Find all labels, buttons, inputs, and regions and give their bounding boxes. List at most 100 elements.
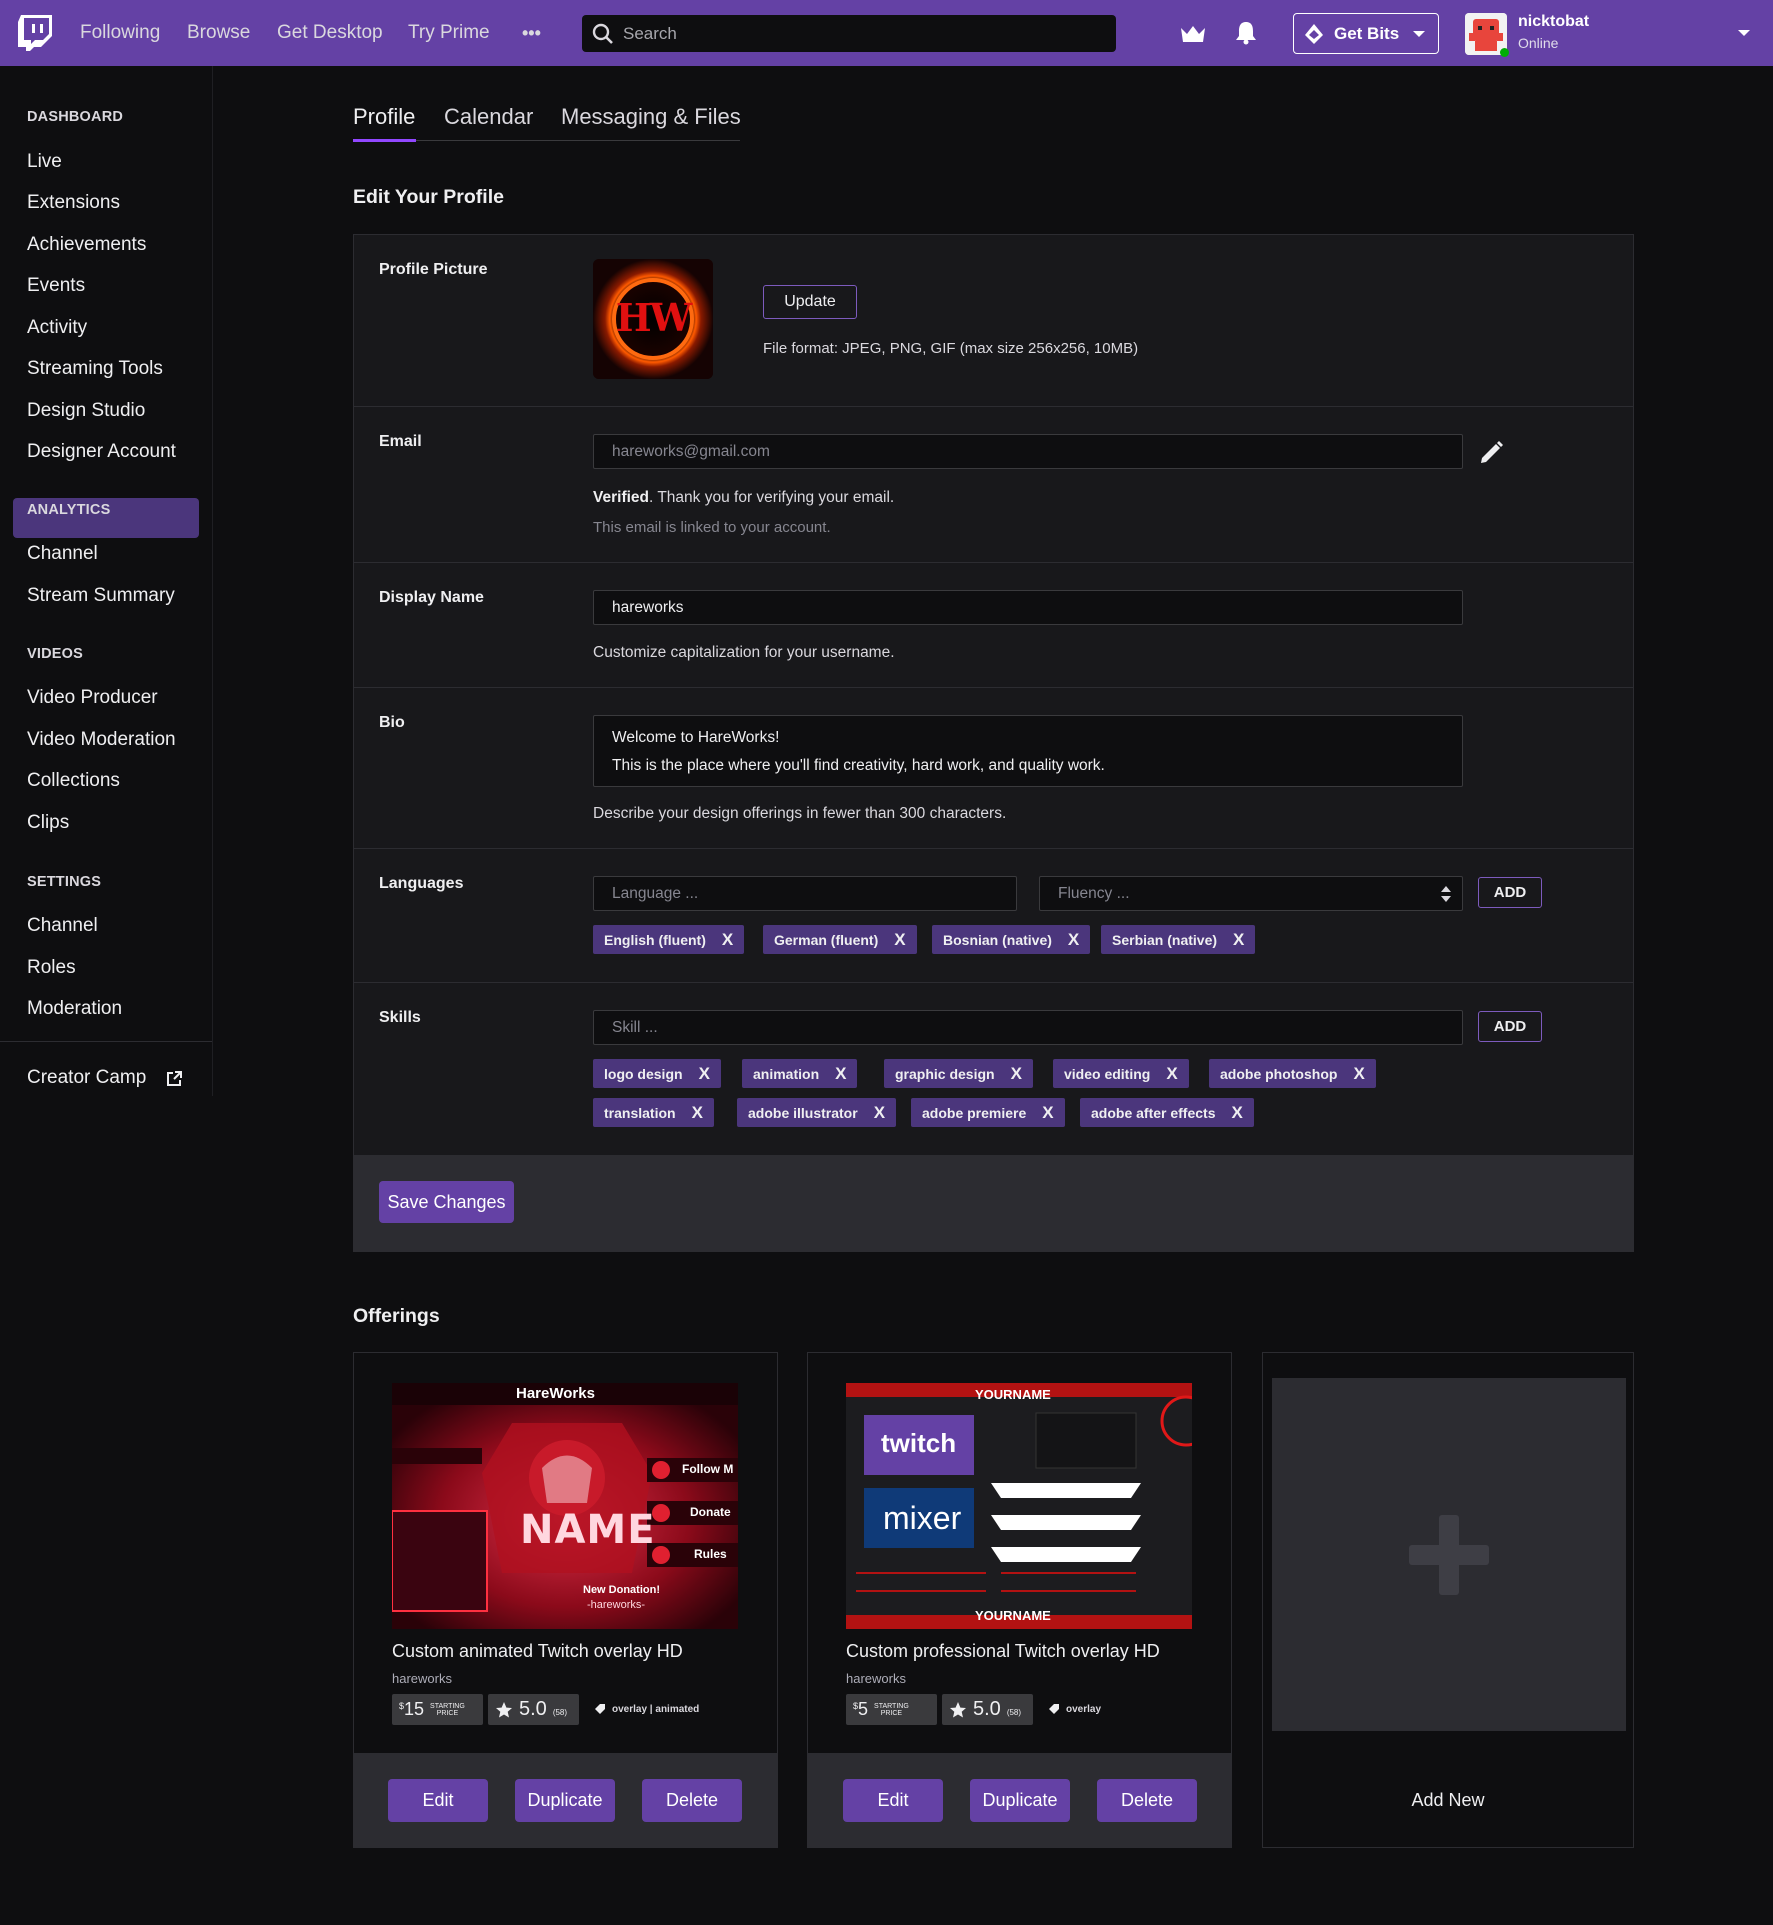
email-field[interactable]: hareworks@gmail.com xyxy=(593,434,1463,469)
sidebar-item-achievements[interactable]: Achievements xyxy=(27,234,146,256)
sidebar-item-extensions[interactable]: Extensions xyxy=(27,192,120,214)
duplicate-button[interactable]: Duplicate xyxy=(970,1779,1070,1822)
sidebar-item-analytics-channel[interactable]: Channel xyxy=(27,543,98,565)
language-chip: English (fluent) X xyxy=(593,925,745,954)
bio-textarea[interactable]: Welcome to HareWorks! This is the place … xyxy=(593,715,1463,787)
sidebar-item-video-producer[interactable]: Video Producer xyxy=(27,687,158,709)
price-caption: STARTING PRICE xyxy=(430,1703,465,1717)
get-bits-button[interactable]: Get Bits xyxy=(1293,13,1439,54)
remove-chip-icon[interactable]: X xyxy=(1042,1103,1053,1123)
sidebar-item-creator-camp[interactable]: Creator Camp xyxy=(27,1067,146,1089)
rating-value: 5.0 xyxy=(973,1698,1001,1720)
sidebar-item-moderation[interactable]: Moderation xyxy=(27,998,122,1020)
bio-line-2: This is the place where you'll find crea… xyxy=(612,757,1105,774)
sidebar-item-design-studio[interactable]: Design Studio xyxy=(27,400,145,422)
email-verified-text: Verified. Thank you for verifying your e… xyxy=(593,489,894,507)
rating-count: (58) xyxy=(1006,1708,1022,1717)
remove-chip-icon[interactable]: X xyxy=(722,930,733,950)
rating-value: 5.0 xyxy=(519,1698,547,1720)
row-divider xyxy=(354,562,1633,563)
tag-text: overlay | animated xyxy=(612,1703,700,1715)
nav-try-prime[interactable]: Try Prime xyxy=(408,0,490,66)
update-picture-button[interactable]: Update xyxy=(763,285,857,319)
add-language-button[interactable]: ADD xyxy=(1478,877,1542,908)
remove-chip-icon[interactable]: X xyxy=(1166,1064,1177,1084)
fluency-select[interactable]: Fluency ... xyxy=(1039,876,1463,911)
sidebar-item-activity[interactable]: Activity xyxy=(27,317,87,339)
remove-chip-icon[interactable]: X xyxy=(1231,1103,1242,1123)
delete-button[interactable]: Delete xyxy=(1097,1779,1197,1822)
chip-label: adobe premiere xyxy=(922,1104,1027,1121)
remove-chip-icon[interactable]: X xyxy=(692,1103,703,1123)
sidebar-item-settings-channel[interactable]: Channel xyxy=(27,915,98,937)
tab-profile[interactable]: Profile xyxy=(353,104,415,130)
pencil-edit-icon[interactable] xyxy=(1478,438,1506,466)
remove-chip-icon[interactable]: X xyxy=(874,1103,885,1123)
remove-chip-icon[interactable]: X xyxy=(1011,1064,1022,1084)
edit-button[interactable]: Edit xyxy=(843,1779,943,1822)
nav-browse[interactable]: Browse xyxy=(187,0,250,66)
remove-chip-icon[interactable]: X xyxy=(1233,930,1244,950)
bell-icon[interactable] xyxy=(1235,21,1257,45)
remove-chip-icon[interactable]: X xyxy=(1068,930,1079,950)
sidebar-item-designer-account[interactable]: Designer Account xyxy=(27,441,176,463)
sidebar-item-collections[interactable]: Collections xyxy=(27,770,120,792)
sidebar-item-stream-summary[interactable]: Stream Summary xyxy=(27,585,175,607)
nav-get-desktop[interactable]: Get Desktop xyxy=(277,0,383,66)
remove-chip-icon[interactable]: X xyxy=(835,1064,846,1084)
offering-thumbnail[interactable]: YOURNAME twitch mixer YOURNAME xyxy=(846,1383,1192,1629)
offering-title[interactable]: Custom professional Twitch overlay HD xyxy=(846,1641,1160,1662)
twitch-logo-icon[interactable] xyxy=(18,15,52,51)
sidebar-item-events[interactable]: Events xyxy=(27,275,85,297)
add-new-placeholder[interactable] xyxy=(1272,1378,1626,1731)
remove-chip-icon[interactable]: X xyxy=(1353,1064,1364,1084)
offering-title[interactable]: Custom animated Twitch overlay HD xyxy=(392,1641,683,1662)
thumb-donation-name: -hareworks- xyxy=(587,1599,646,1611)
user-name[interactable]: nicktobat xyxy=(1518,13,1589,31)
add-new-offering-card[interactable]: Add New xyxy=(1262,1352,1634,1848)
skills-label: Skills xyxy=(379,1009,421,1026)
language-chip: German (fluent) X xyxy=(763,925,917,954)
language-input[interactable]: Language ... xyxy=(593,876,1017,911)
thumb-name-text: NAME xyxy=(520,1507,656,1553)
delete-button[interactable]: Delete xyxy=(642,1779,742,1822)
add-new-label[interactable]: Add New xyxy=(1263,1790,1633,1811)
chevron-down-icon xyxy=(1413,30,1426,37)
languages-label: Languages xyxy=(379,875,464,892)
sidebar-item-clips[interactable]: Clips xyxy=(27,812,69,834)
sidebar-item-roles[interactable]: Roles xyxy=(27,957,76,979)
edit-button[interactable]: Edit xyxy=(388,1779,488,1822)
skill-chip: adobe premiere X xyxy=(911,1098,1065,1127)
offering-card: YOURNAME twitch mixer YOURNAME Custom pr… xyxy=(807,1352,1232,1848)
duplicate-button[interactable]: Duplicate xyxy=(515,1779,615,1822)
save-changes-button[interactable]: Save Changes xyxy=(379,1181,514,1223)
user-menu-chevron-icon[interactable] xyxy=(1737,28,1751,38)
user-status: Online xyxy=(1518,35,1559,51)
more-menu-icon[interactable]: ••• xyxy=(522,0,541,66)
rating-badge: 5.0 (58) xyxy=(488,1694,579,1725)
sidebar-item-live[interactable]: Live xyxy=(27,151,62,173)
search-input[interactable]: Search xyxy=(582,15,1116,52)
skill-chip: logo design X xyxy=(593,1059,721,1088)
thumb-donate-text: Donate xyxy=(690,1505,731,1519)
sidebar-item-streaming-tools[interactable]: Streaming Tools xyxy=(27,358,163,380)
display-name-field[interactable]: hareworks xyxy=(593,590,1463,625)
thumb-brand-text: HareWorks xyxy=(516,1385,595,1402)
remove-chip-icon[interactable]: X xyxy=(894,930,905,950)
sidebar-item-video-moderation[interactable]: Video Moderation xyxy=(27,729,176,751)
bio-hint: Describe your design offerings in fewer … xyxy=(593,805,1007,822)
skill-input[interactable]: Skill ... xyxy=(593,1010,1463,1045)
tab-messaging-files[interactable]: Messaging & Files xyxy=(561,104,741,130)
remove-chip-icon[interactable]: X xyxy=(699,1064,710,1084)
plus-icon xyxy=(1409,1515,1489,1595)
nav-following[interactable]: Following xyxy=(80,0,160,66)
language-chip: Serbian (native) X xyxy=(1101,925,1256,954)
sidebar-heading-dashboard: DASHBOARD xyxy=(27,109,124,125)
price-caption-1: STARTING xyxy=(430,1702,465,1710)
offering-thumbnail[interactable]: HareWorks NAME Follow M Donate Rules New… xyxy=(392,1383,738,1629)
tab-calendar[interactable]: Calendar xyxy=(444,104,533,130)
email-linked-text: This email is linked to your account. xyxy=(593,519,831,536)
add-skill-button[interactable]: ADD xyxy=(1478,1011,1542,1042)
sidebar-heading-videos: VIDEOS xyxy=(27,646,83,662)
crown-icon[interactable] xyxy=(1180,25,1206,43)
